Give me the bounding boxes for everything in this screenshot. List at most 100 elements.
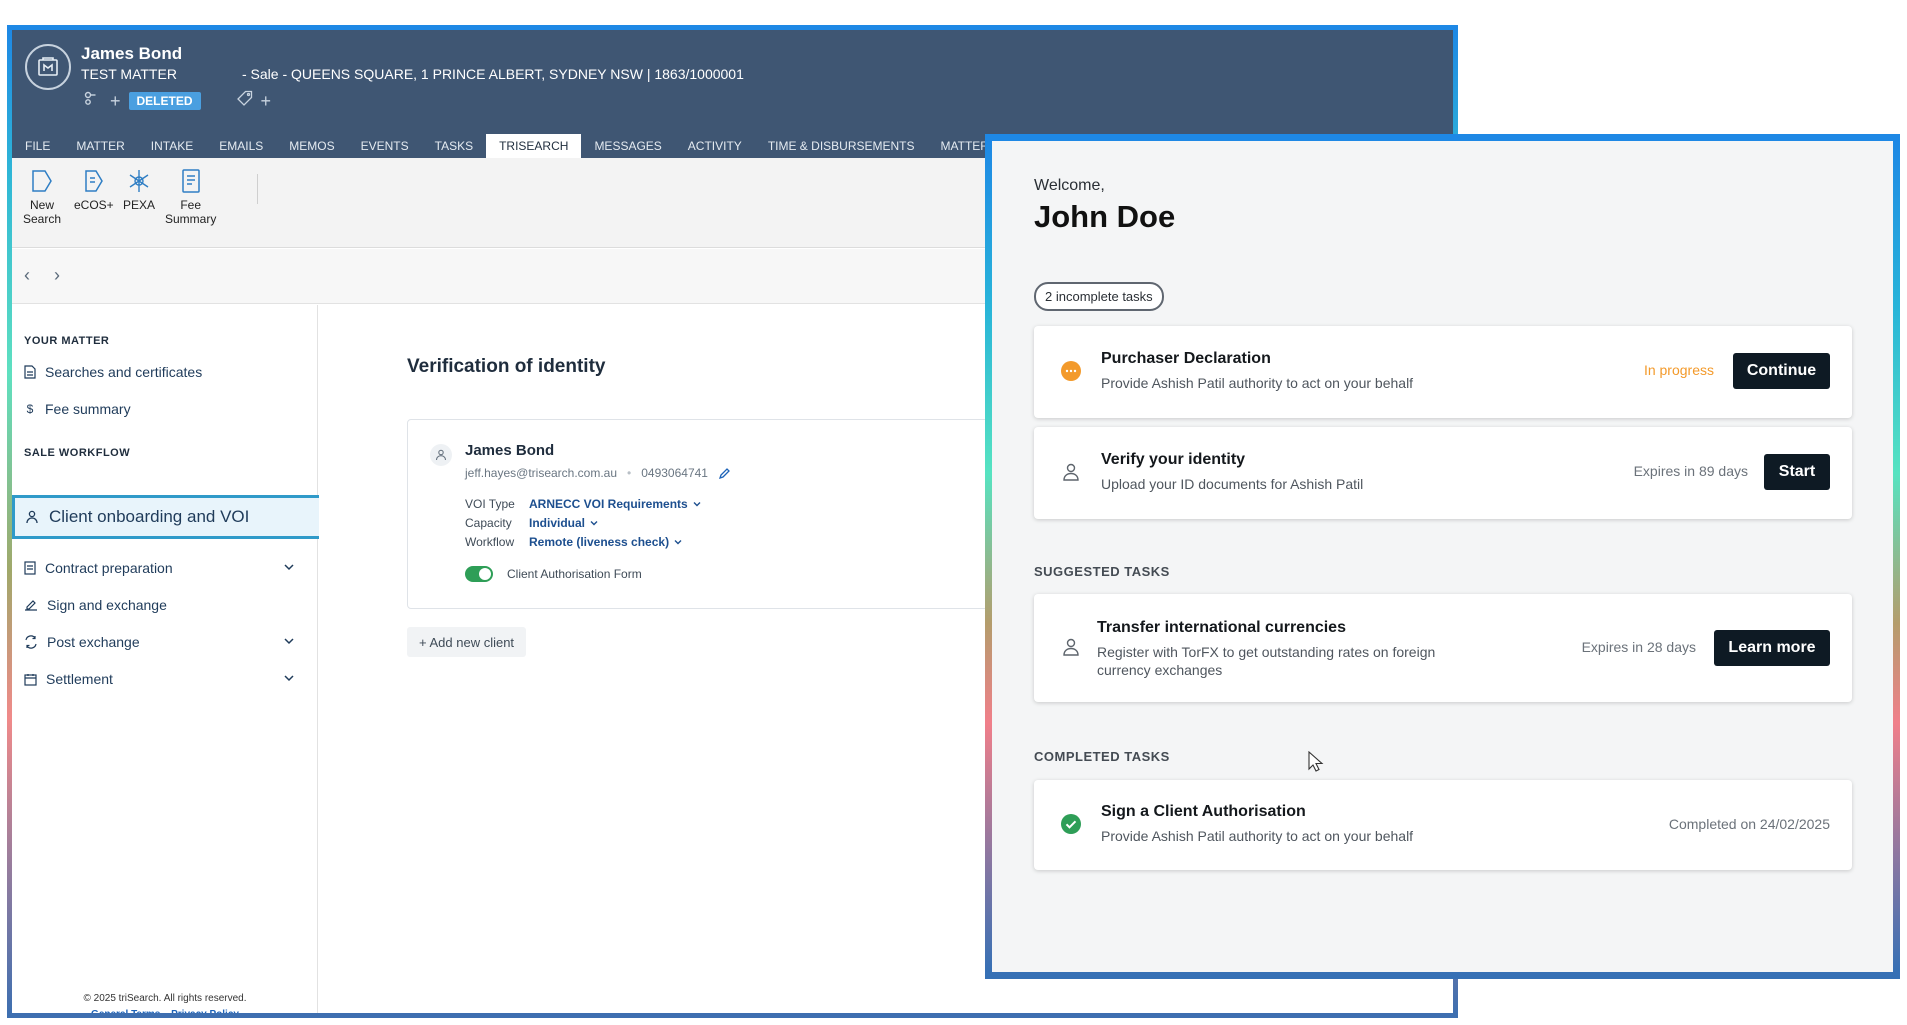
- client-contact: jeff.hayes@trisearch.com.au • 0493064741: [465, 466, 731, 480]
- task-title: Purchaser Declaration: [1101, 350, 1271, 367]
- back-arrow-icon[interactable]: ‹: [24, 265, 30, 286]
- link-icon[interactable]: [84, 91, 102, 110]
- sidebar-item-searches[interactable]: Searches and certificates: [24, 357, 304, 387]
- task-status: Expires in 28 days: [1581, 639, 1696, 655]
- task-description-cont: currency exchanges: [1097, 662, 1223, 678]
- authorisation-toggle-row: Client Authorisation Form: [465, 566, 642, 582]
- copyright-text: © 2025 triSearch. All rights reserved.: [83, 993, 247, 1004]
- sidebar-item-post-exchange[interactable]: Post exchange: [24, 627, 304, 657]
- tab-file[interactable]: FILE: [12, 134, 63, 158]
- general-terms-link[interactable]: General Terms: [91, 1009, 160, 1013]
- tab-emails[interactable]: EMAILS: [206, 134, 276, 158]
- dollar-icon: $: [26, 402, 34, 416]
- matter-icon[interactable]: [25, 44, 71, 90]
- tab-trisearch[interactable]: TRISEARCH: [486, 134, 582, 158]
- footer-links: General Terms Privacy Policy: [12, 1009, 318, 1013]
- page-title: Verification of identity: [407, 356, 606, 377]
- task-status: Completed on 24/02/2025: [1668, 816, 1830, 832]
- pexa-button[interactable]: PEXA: [123, 168, 155, 212]
- start-button[interactable]: Start: [1764, 454, 1830, 490]
- completed-tasks-heading: COMPLETED TASKS: [1034, 749, 1170, 764]
- exchange-icon: [25, 635, 37, 649]
- tab-messages[interactable]: MESSAGES: [581, 134, 674, 158]
- chevron-down-icon[interactable]: [282, 634, 296, 648]
- contract-icon: [24, 561, 36, 575]
- sidebar-item-settlement[interactable]: Settlement: [24, 664, 304, 694]
- person-icon: [26, 510, 38, 524]
- client-portal-window: Welcome, John Doe 2 incomplete tasks Pur…: [985, 134, 1900, 979]
- add-tag-icon[interactable]: +: [261, 92, 272, 110]
- authorisation-toggle[interactable]: [465, 566, 493, 582]
- edit-icon[interactable]: [718, 467, 731, 480]
- task-title: Transfer international currencies: [1097, 619, 1346, 636]
- person-icon: [435, 449, 447, 461]
- tab-matter[interactable]: MATTER: [63, 134, 137, 158]
- task-title: Verify your identity: [1101, 451, 1246, 468]
- sidebar-item-client-onboarding[interactable]: Client onboarding and VOI: [12, 495, 367, 539]
- tab-activity[interactable]: ACTIVITY: [675, 134, 755, 158]
- task-description: Provide Ashish Patil authority to act on…: [1101, 375, 1414, 391]
- tab-intake[interactable]: INTAKE: [138, 134, 206, 158]
- your-matter-heading: YOUR MATTER: [24, 335, 110, 347]
- fee-summary-icon: [181, 169, 200, 193]
- header-actions: + DELETED +: [84, 90, 271, 111]
- privacy-policy-link[interactable]: Privacy Policy: [171, 1009, 239, 1013]
- status-badge: DELETED: [128, 91, 201, 110]
- tab-memos[interactable]: MEMOS: [276, 134, 347, 158]
- capacity-row: Capacity Individual: [465, 516, 599, 530]
- add-link-icon[interactable]: +: [110, 92, 121, 110]
- matter-type: TEST MATTER: [81, 66, 177, 82]
- welcome-text: Welcome,: [1034, 177, 1105, 194]
- learn-more-button[interactable]: Learn more: [1714, 630, 1830, 666]
- task-description: Register with TorFX to get outstanding r…: [1097, 644, 1436, 660]
- signature-icon: [25, 600, 37, 611]
- person-icon: [1060, 636, 1082, 658]
- sidebar-item-fee-summary[interactable]: $ Fee summary: [24, 394, 304, 424]
- calendar-icon: [24, 673, 37, 686]
- pexa-icon: [129, 170, 149, 192]
- toolbar-divider: [257, 174, 258, 204]
- chevron-down-icon[interactable]: [282, 560, 296, 574]
- capacity-dropdown[interactable]: Individual: [529, 516, 599, 530]
- new-search-button[interactable]: New Search: [23, 168, 61, 226]
- chevron-down-icon[interactable]: [282, 671, 296, 685]
- sidebar-item-contract-preparation[interactable]: Contract preparation: [24, 553, 304, 583]
- tab-time-disbursements[interactable]: TIME & DISBURSEMENTS: [755, 134, 928, 158]
- tab-tasks[interactable]: TASKS: [422, 134, 486, 158]
- workflow-row: Workflow Remote (liveness check): [465, 535, 683, 549]
- user-name: John Doe: [1034, 199, 1176, 234]
- client-phone: 0493064741: [641, 466, 708, 480]
- forward-arrow-icon[interactable]: ›: [54, 265, 60, 286]
- client-name: James Bond: [81, 44, 183, 63]
- task-description: Provide Ashish Patil authority to act on…: [1101, 828, 1414, 844]
- new-search-icon: [32, 170, 52, 192]
- fee-summary-button[interactable]: Fee Summary: [165, 168, 216, 226]
- suggested-tasks-heading: SUGGESTED TASKS: [1034, 564, 1170, 579]
- incomplete-tasks-badge: 2 incomplete tasks: [1034, 282, 1164, 311]
- client-email: jeff.hayes@trisearch.com.au: [465, 466, 618, 480]
- chevron-down-icon: [693, 502, 701, 507]
- document-icon: [24, 365, 36, 379]
- workflow-sidebar: YOUR MATTER Searches and certificates $ …: [12, 305, 367, 1013]
- separator-dot: •: [627, 466, 632, 480]
- voi-type-dropdown[interactable]: ARNECC VOI Requirements: [529, 497, 702, 511]
- tag-icon[interactable]: [236, 90, 253, 111]
- task-status: In progress: [1643, 362, 1714, 378]
- add-new-client-button[interactable]: + Add new client: [407, 627, 527, 657]
- voi-type-row: VOI Type ARNECC VOI Requirements: [465, 497, 702, 511]
- continue-button[interactable]: Continue: [1733, 353, 1830, 389]
- task-card-purchaser-declaration: Purchaser Declaration Provide Ashish Pat…: [1034, 326, 1852, 418]
- chevron-down-icon: [674, 540, 682, 545]
- in-progress-icon: [1060, 360, 1082, 382]
- task-card-client-authorisation: Sign a Client Authorisation Provide Ashi…: [1034, 780, 1852, 870]
- mouse-cursor-icon: [1308, 751, 1324, 772]
- matter-description: - Sale - QUEENS SQUARE, 1 PRINCE ALBERT,…: [242, 66, 744, 82]
- matter-nav-tabs: FILE MATTER INTAKE EMAILS MEMOS EVENTS T…: [12, 134, 1062, 158]
- sidebar-item-sign-and-exchange[interactable]: Sign and exchange: [24, 590, 304, 620]
- task-card-verify-identity: Verify your identity Upload your ID docu…: [1034, 427, 1852, 519]
- ecos-icon: [85, 170, 103, 192]
- avatar: [430, 444, 452, 466]
- ecos-button[interactable]: eCOS+: [74, 168, 114, 212]
- workflow-dropdown[interactable]: Remote (liveness check): [529, 535, 683, 549]
- tab-events[interactable]: EVENTS: [348, 134, 422, 158]
